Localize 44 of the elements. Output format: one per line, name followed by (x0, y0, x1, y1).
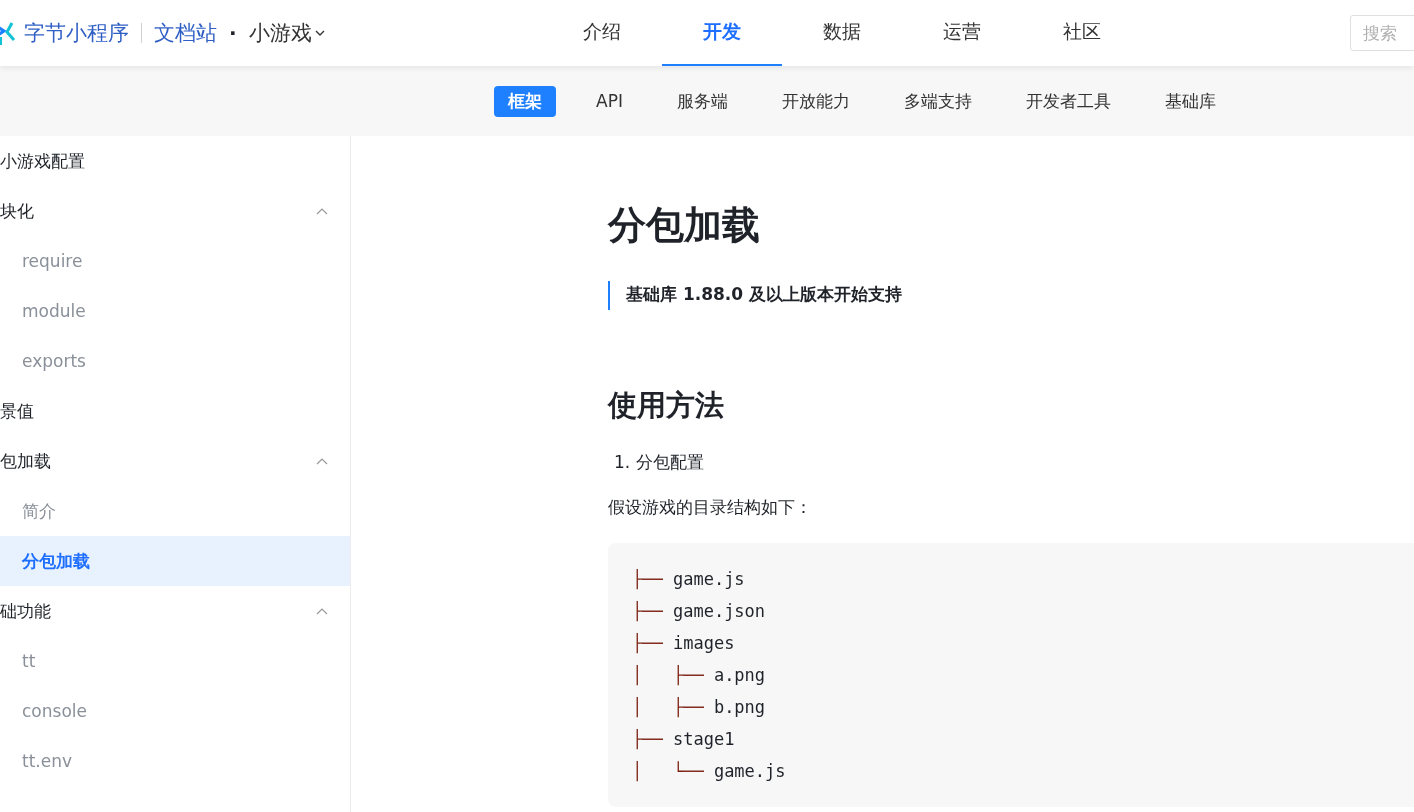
chevron-icon[interactable] (316, 607, 328, 615)
sidebar-group[interactable]: 包加载 (0, 436, 350, 486)
subnav-tab[interactable]: 开放能力 (767, 85, 864, 117)
chevron-icon[interactable] (316, 457, 328, 465)
page-title: 分包加载 (608, 202, 761, 249)
code-line: │ └── game.js (632, 760, 787, 784)
paragraph: 假设游戏的目录结构如下： (608, 496, 813, 519)
chevron-icon[interactable] (316, 207, 328, 215)
brand-name[interactable]: 字节小程序 (24, 19, 129, 47)
subnav-tab[interactable]: API (582, 87, 637, 115)
search-field[interactable]: 搜索 (1350, 15, 1414, 51)
sidebar-group[interactable]: 小游戏配置 (0, 136, 350, 186)
sidebar-group[interactable]: 景值 (0, 386, 350, 436)
site-name[interactable]: 文档站 (154, 19, 217, 47)
subnav-tab[interactable]: 开发者工具 (1011, 85, 1125, 117)
sidebar-group[interactable]: 础功能 (0, 586, 350, 636)
subnav-tab[interactable]: 基础库 (1150, 85, 1230, 117)
code-line: ├── stage1 (632, 728, 736, 752)
group-label: 础功能 (0, 599, 51, 623)
code-line: ├── game.json (632, 600, 767, 624)
group-label: 块化 (0, 199, 34, 223)
sidebar-group[interactable]: 块化 (0, 186, 350, 236)
separator-dot: · (229, 21, 237, 45)
nav-tab[interactable]: 社区 (1022, 0, 1142, 66)
group-label: 景值 (0, 399, 34, 423)
chevron-down-icon (313, 29, 326, 37)
version-note: 基础库 1.88.0 及以上版本开始支持 (608, 281, 1414, 310)
list-item: 1. 分包配置 (614, 451, 705, 474)
code-line: ├── images (632, 632, 736, 656)
nav-tab[interactable]: 数据 (782, 0, 902, 66)
code-line: │ ├── b.png (632, 696, 767, 720)
section-heading: 使用方法 (608, 387, 725, 424)
code-line: │ ├── a.png (632, 664, 767, 688)
nav-tab[interactable]: 介绍 (542, 0, 662, 66)
sidebar-item[interactable]: 分包加载 (0, 536, 350, 586)
nav-tab[interactable]: 运营 (902, 0, 1022, 66)
code-line: ├── game.js (632, 568, 746, 592)
group-label: 包加载 (0, 449, 51, 473)
product-dropdown[interactable]: 小游戏 (248, 19, 326, 47)
subnav-tab[interactable]: 多端支持 (889, 85, 986, 117)
subnav-tab[interactable]: 服务端 (662, 85, 742, 117)
subnav-tab[interactable]: 框架 (494, 85, 556, 117)
logo-icon (0, 21, 16, 45)
group-label: 小游戏配置 (0, 149, 85, 173)
